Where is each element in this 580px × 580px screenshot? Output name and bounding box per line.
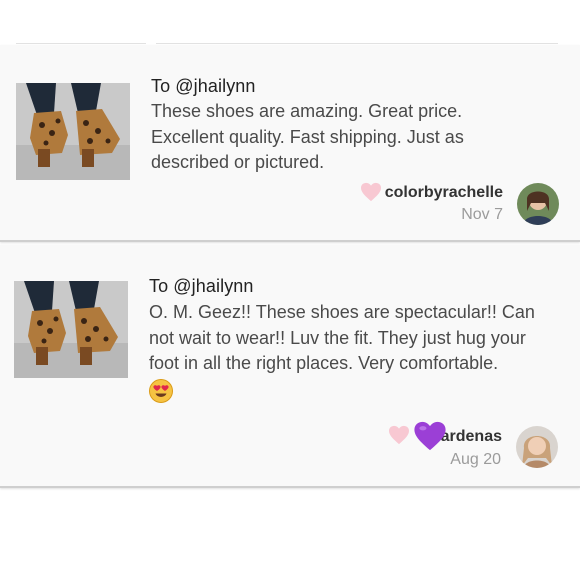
comment-text: These shoes are amazing. Great price. Ex… (151, 99, 464, 176)
comment-line: not wait to wear!! Luv the fit. They jus… (149, 327, 526, 348)
user-avatar-image (517, 183, 559, 225)
comment-recipient: To @jhailynn (151, 76, 256, 96)
comment-line: described or pictured. (151, 152, 325, 172)
product-thumbnail[interactable] (16, 83, 130, 180)
heart-icon[interactable] (388, 425, 410, 445)
comment-card: To @jhailynn O. M. Geez!! These shoes ar… (0, 245, 580, 488)
comment-line: foot in all the right places. Very comfo… (149, 353, 499, 373)
leopard-bootie-photo (16, 83, 130, 180)
leopard-bootie-photo (14, 281, 128, 378)
purple-heart-emoji-icon (414, 421, 446, 451)
comment-text: O. M. Geez!! These shoes are spectacular… (149, 300, 535, 377)
comment-recipient: To @jhailynn (149, 276, 254, 296)
comment-line: Excellent quality. Fast shipping. Just a… (151, 126, 464, 147)
user-avatar-image (516, 426, 558, 468)
username-link[interactable]: colorbyrachelle (385, 184, 503, 202)
user-avatar[interactable] (516, 426, 558, 468)
divider (16, 43, 146, 44)
comment-line: These shoes are amazing. Great price. (151, 101, 463, 121)
product-thumbnail[interactable] (14, 281, 128, 378)
comment-card: To @jhailynn These shoes are amazing. Gr… (0, 45, 580, 242)
previous-card-bottom (0, 0, 580, 44)
comment-date: Aug 20 (450, 451, 501, 468)
user-avatar[interactable] (517, 183, 559, 225)
comment-date: Nov 7 (461, 206, 503, 223)
heart-eyes-emoji-icon (149, 379, 173, 403)
username-link[interactable]: ardenas (441, 428, 502, 446)
divider (156, 43, 558, 44)
heart-icon[interactable] (360, 182, 382, 202)
comment-line: O. M. Geez!! These shoes are spectacular… (149, 302, 535, 322)
